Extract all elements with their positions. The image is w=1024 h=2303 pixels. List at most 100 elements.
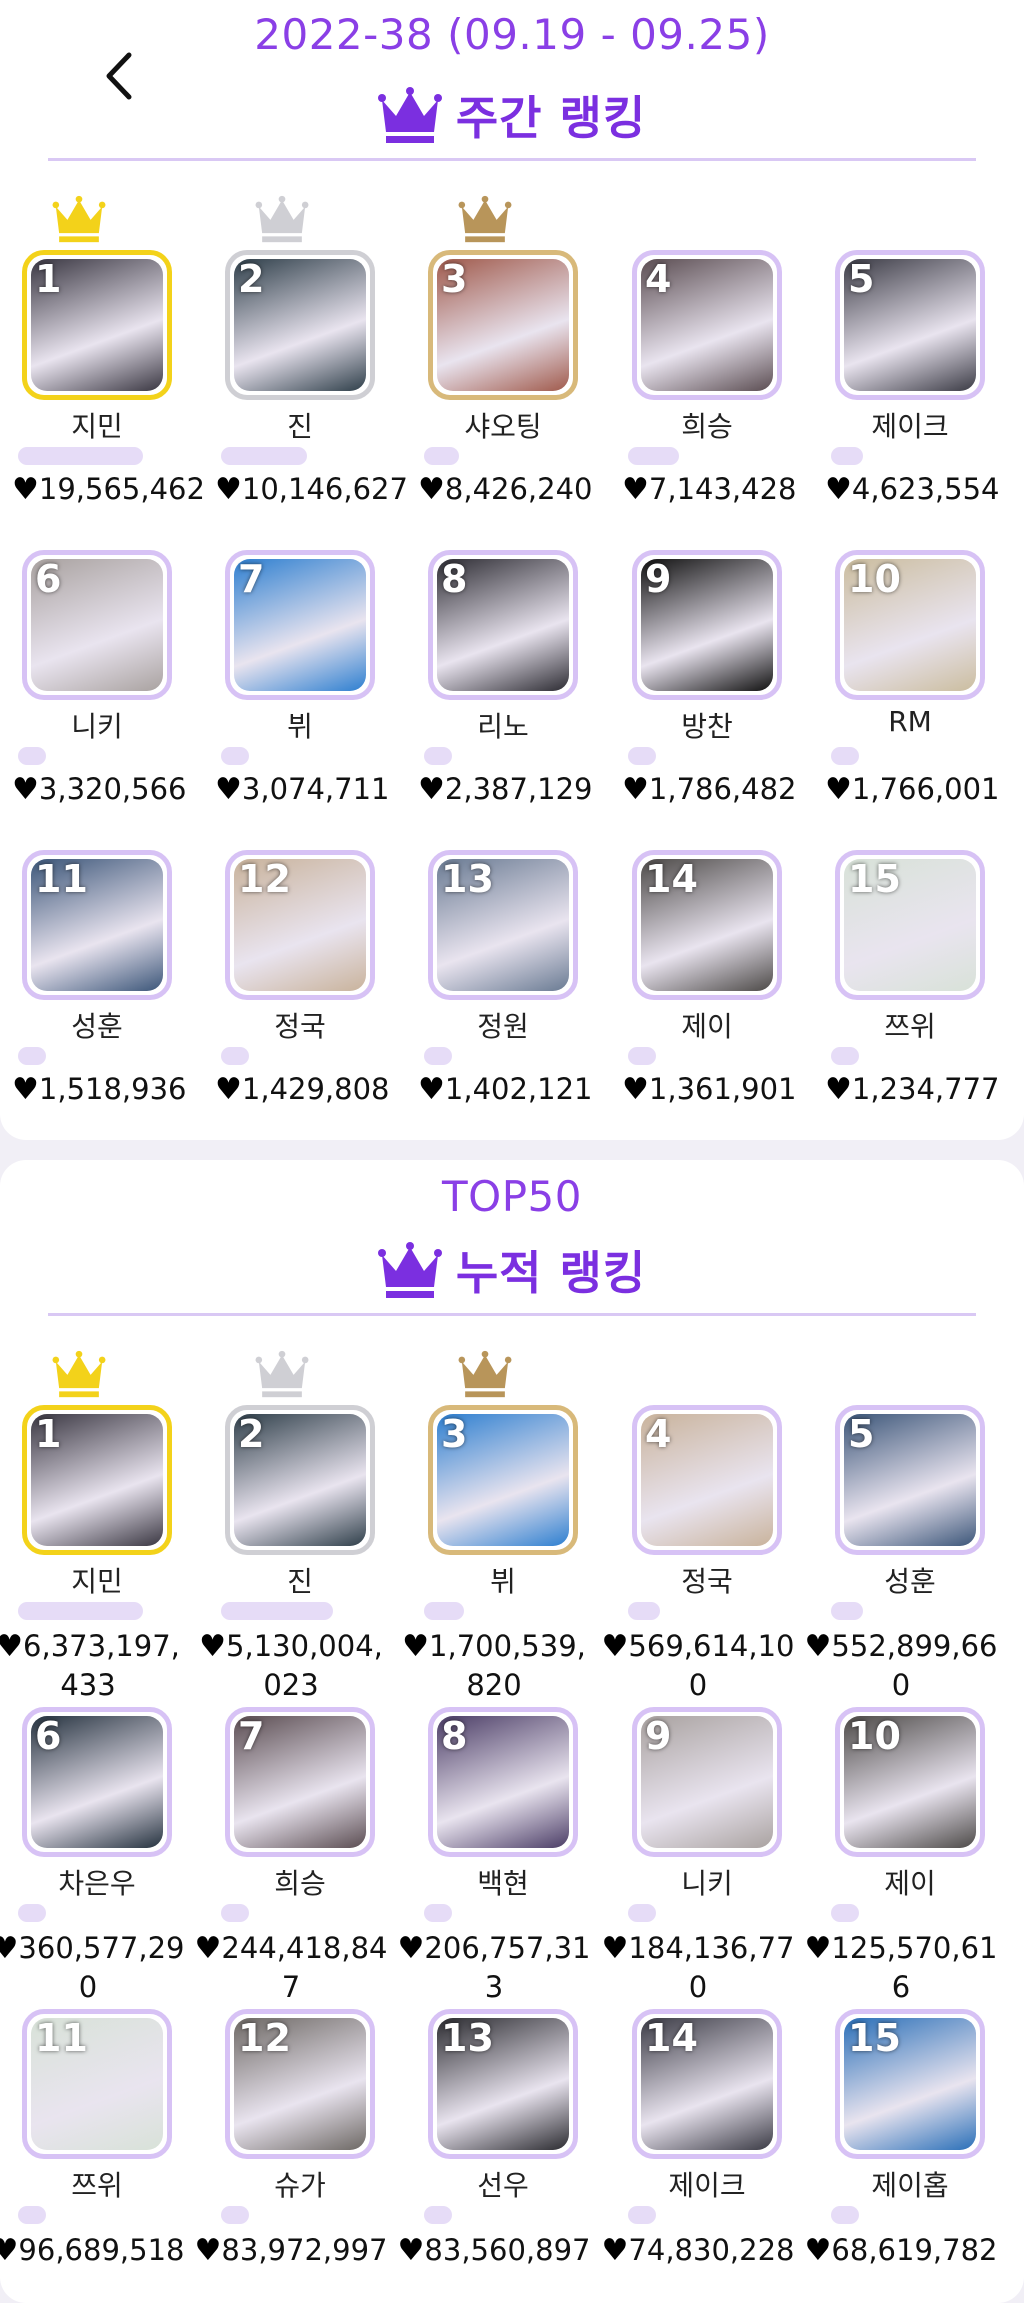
profile-photo[interactable]: 5: [835, 250, 985, 400]
rank-item[interactable]: 4 정국 ♥569,614,100: [602, 1350, 794, 1702]
profile-photo[interactable]: 15: [835, 850, 985, 1000]
profile-photo[interactable]: 2: [225, 250, 375, 400]
rank-item[interactable]: 7 뷔 ♥3,074,711: [203, 495, 390, 807]
rank-item[interactable]: 4 희승 ♥7,143,428: [610, 195, 797, 507]
rank-item[interactable]: 9 방찬 ♥1,786,482: [610, 495, 797, 807]
member-name: 쯔위: [71, 2169, 123, 2202]
rank-item[interactable]: 8 리노 ♥2,387,129: [406, 495, 593, 807]
rank-item[interactable]: 14 제이크 ♥74,830,228: [602, 1954, 794, 2268]
heart-icon: ♥: [194, 2233, 222, 2268]
rank-item[interactable]: 5 제이크 ♥4,623,554: [813, 195, 1000, 507]
heart-icon: ♥: [825, 1072, 852, 1107]
profile-photo[interactable]: 6: [22, 1707, 172, 1857]
rank-number: 10: [848, 557, 901, 601]
rank-item[interactable]: 2 진 ♥10,146,627: [203, 195, 408, 507]
profile-photo[interactable]: 11: [22, 850, 172, 1000]
rank-item[interactable]: 9 니키 ♥184,136,770: [602, 1652, 794, 2004]
rank-number: 10: [848, 1714, 901, 1758]
rank-item[interactable]: 15 쯔위 ♥1,234,777: [813, 795, 1000, 1107]
rank-item[interactable]: 11 성훈 ♥1,518,936: [0, 795, 187, 1107]
vote-bar: [628, 1602, 660, 1620]
rank-item[interactable]: 10 제이 ♥125,570,616: [805, 1652, 997, 2004]
rank-item[interactable]: 10 RM ♥1,766,001: [813, 495, 1000, 807]
rank-item[interactable]: 1 지민 ♥19,565,462: [0, 195, 205, 507]
rank-item[interactable]: 6 차은우 ♥360,577,290: [0, 1652, 184, 2004]
member-name: 정국: [681, 1565, 733, 1598]
rank-number: 9: [645, 557, 672, 601]
profile-photo[interactable]: 8: [428, 1707, 578, 1857]
rank-item[interactable]: 6 니키 ♥3,320,566: [0, 495, 187, 807]
profile-photo[interactable]: 1: [22, 250, 172, 400]
profile-photo[interactable]: 14: [632, 850, 782, 1000]
rank-item[interactable]: 5 성훈 ♥552,899,660: [805, 1350, 997, 1702]
vote-count: ♥1,429,808: [215, 1072, 390, 1107]
profile-photo[interactable]: 11: [22, 2009, 172, 2159]
crown-icon: [377, 87, 442, 143]
rank-item[interactable]: 7 희승 ♥244,418,847: [195, 1652, 387, 2004]
rank-item[interactable]: 14 제이 ♥1,361,901: [610, 795, 797, 1107]
weekly-title: 주간 랭킹: [455, 91, 647, 145]
profile-photo[interactable]: 12: [225, 2009, 375, 2159]
profile-photo[interactable]: 9: [632, 1707, 782, 1857]
profile-photo[interactable]: 1: [22, 1405, 172, 1555]
profile-photo[interactable]: 7: [225, 550, 375, 700]
vote-number: 68,619,782: [831, 2233, 998, 2267]
profile-photo[interactable]: 9: [632, 550, 782, 700]
member-name: 차은우: [58, 1867, 136, 1900]
profile-photo[interactable]: 5: [835, 1405, 985, 1555]
vote-bar: [221, 2206, 249, 2224]
profile-photo[interactable]: 10: [835, 550, 985, 700]
profile-photo[interactable]: 3: [428, 1405, 578, 1555]
rank-number: 12: [238, 2016, 291, 2060]
profile-photo[interactable]: 6: [22, 550, 172, 700]
member-name: 진: [287, 1565, 313, 1598]
profile-photo[interactable]: 8: [428, 550, 578, 700]
rank-number: 5: [848, 257, 875, 301]
profile-photo[interactable]: 14: [632, 2009, 782, 2159]
heart-icon: ♥: [397, 2233, 425, 2268]
vote-bar: [424, 1602, 464, 1620]
profile-photo[interactable]: 10: [835, 1707, 985, 1857]
rank-number: 1: [35, 1412, 62, 1456]
vote-bar: [628, 2206, 656, 2224]
rank-item[interactable]: 2 진 ♥5,130,004,023: [199, 1350, 383, 1702]
rank-item[interactable]: 13 정원 ♥1,402,121: [406, 795, 593, 1107]
rank-number: 3: [441, 257, 468, 301]
rank-item[interactable]: 15 제이홉 ♥68,619,782: [805, 1954, 997, 2268]
member-name: 리노: [477, 710, 529, 743]
member-name: 방찬: [681, 710, 733, 743]
vote-bar: [628, 1904, 656, 1922]
profile-photo[interactable]: 4: [632, 250, 782, 400]
divider: [48, 1313, 976, 1316]
rank-item[interactable]: 3 샤오팅 ♥8,426,240: [406, 195, 593, 507]
rank-number: 11: [35, 2016, 88, 2060]
member-name: 백현: [477, 1867, 529, 1900]
rank-item[interactable]: 3 뷔 ♥1,700,539,820: [402, 1350, 586, 1702]
vote-count: ♥74,830,228: [598, 2231, 798, 2270]
member-name: 니키: [681, 1867, 733, 1900]
profile-photo[interactable]: 12: [225, 850, 375, 1000]
rank-item[interactable]: 13 선우 ♥83,560,897: [398, 1954, 590, 2268]
vote-count: ♥96,689,518: [0, 2231, 188, 2270]
profile-photo[interactable]: 13: [428, 2009, 578, 2159]
profile-photo[interactable]: 3: [428, 250, 578, 400]
profile-photo[interactable]: 2: [225, 1405, 375, 1555]
vote-count: ♥68,619,782: [801, 2231, 1001, 2270]
vote-bar: [831, 747, 859, 765]
profile-photo[interactable]: 13: [428, 850, 578, 1000]
rank-item[interactable]: 12 정국 ♥1,429,808: [203, 795, 390, 1107]
member-name: 진: [287, 410, 313, 443]
rank-item[interactable]: 11 쯔위 ♥96,689,518: [0, 1954, 184, 2268]
rank-item[interactable]: 8 백현 ♥206,757,313: [398, 1652, 590, 2004]
rank-number: 13: [441, 857, 494, 901]
member-name: 지민: [71, 1565, 123, 1598]
weekly-title-row: 주간 랭킹: [0, 80, 1024, 150]
bronze-crown-icon: [458, 1350, 512, 1398]
rank-item[interactable]: 12 슈가 ♥83,972,997: [195, 1954, 387, 2268]
profile-photo[interactable]: 15: [835, 2009, 985, 2159]
profile-photo[interactable]: 7: [225, 1707, 375, 1857]
total-title: 누적 랭킹: [455, 1246, 647, 1300]
profile-photo[interactable]: 4: [632, 1405, 782, 1555]
heart-icon: ♥: [418, 1072, 445, 1107]
rank-item[interactable]: 1 지민 ♥6,373,197,433: [0, 1350, 180, 1702]
